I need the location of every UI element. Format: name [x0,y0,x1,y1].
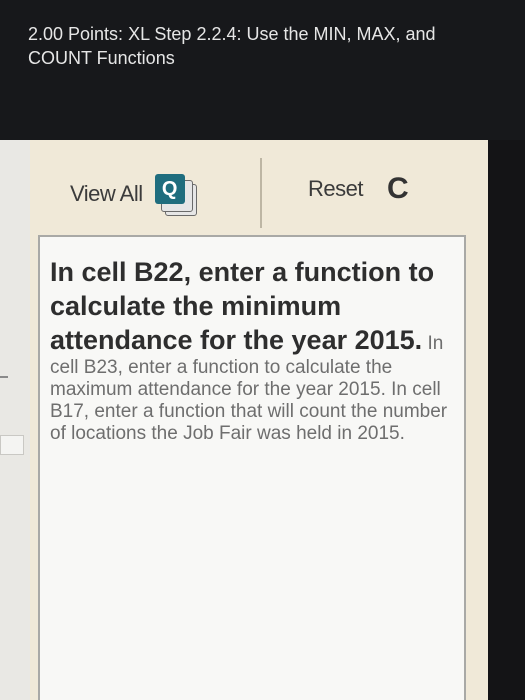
side-cell [0,435,24,455]
view-all-icon: Q [154,174,197,216]
reset-button[interactable]: Reset C [308,174,409,204]
toolbar-divider [260,158,262,228]
panel-toolbar: View All Q Reset C [30,140,488,235]
left-side-strip [0,140,31,700]
header-bar [0,0,525,140]
reset-label: Reset [308,176,363,201]
q-icon-face: Q [154,174,185,204]
instruction-panel: View All Q Reset C In cell B22, enter a … [30,140,488,700]
reset-icon: C [386,172,409,205]
instruction-text: In cell B22, enter a function to calcula… [50,255,456,445]
page-title: 2.00 Points: XL Step 2.2.4: Use the MIN,… [28,24,436,68]
view-all-label: View All [70,181,143,206]
row-marker [0,376,8,378]
view-all-button[interactable]: View All Q [70,174,197,216]
right-side-strip [488,140,525,700]
instruction-box: In cell B22, enter a function to calcula… [38,235,466,700]
instruction-bold-text: In cell B22, enter a function to calcula… [50,257,435,355]
